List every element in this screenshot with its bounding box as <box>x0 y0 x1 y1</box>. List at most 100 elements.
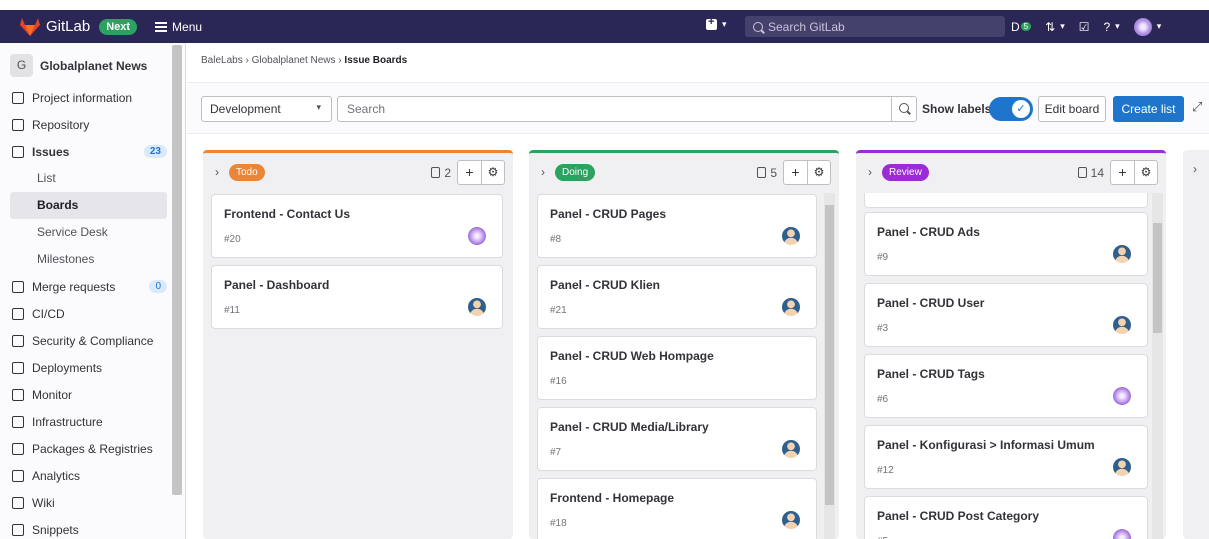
merge-request-icon <box>12 280 24 293</box>
scrollbar-thumb[interactable] <box>1153 223 1162 333</box>
next-badge[interactable]: Next <box>99 18 138 35</box>
menu-button[interactable]: Menu <box>155 20 202 34</box>
issue-title[interactable]: Panel - CRUD Post Category <box>877 509 1039 523</box>
board-search-input[interactable]: Search <box>337 96 892 122</box>
list-label-pill[interactable]: Doing <box>555 163 596 181</box>
sidebar-item-wiki[interactable]: Wiki <box>0 489 167 516</box>
sidebar-subitem-service-desk[interactable]: Service Desk <box>10 219 167 246</box>
list-settings-button[interactable]: ⚙ <box>807 161 830 184</box>
issue-card-partial[interactable] <box>864 193 1148 208</box>
sidebar-item-snippets[interactable]: Snippets <box>0 516 167 539</box>
issue-title[interactable]: Panel - CRUD Pages <box>550 207 666 221</box>
list-settings-button[interactable]: ⚙ <box>1134 161 1157 184</box>
breadcrumb-group[interactable]: BaleLabs <box>201 55 243 66</box>
list-scrollbar[interactable] <box>1152 193 1163 539</box>
sidebar-subitem-milestones[interactable]: Milestones <box>10 246 167 273</box>
issue-card[interactable]: Panel - CRUD Klien #21 <box>537 265 817 329</box>
issue-title[interactable]: Panel - CRUD User <box>877 296 984 310</box>
top-search-input[interactable]: Search GitLab <box>745 16 1005 37</box>
sidebar-item-label: Repository <box>32 117 90 132</box>
assignee-avatar[interactable] <box>782 227 800 245</box>
chevron-right-icon[interactable]: › <box>868 165 872 179</box>
show-labels-toggle[interactable]: ✓ <box>989 97 1033 121</box>
issue-title[interactable]: Frontend - Homepage <box>550 491 674 505</box>
sidebar-item-analytics[interactable]: Analytics <box>0 462 167 489</box>
search-button[interactable] <box>891 96 917 122</box>
sidebar-scrollbar[interactable] <box>172 45 182 495</box>
sidebar-subitem-list[interactable]: List <box>10 165 167 192</box>
assignee-avatar[interactable] <box>1113 387 1131 405</box>
issue-card[interactable]: Panel - CRUD Tags #6 <box>864 354 1148 418</box>
chevron-right-icon[interactable]: › <box>541 165 545 179</box>
edit-board-button[interactable]: Edit board <box>1038 96 1106 122</box>
breadcrumb-current[interactable]: Issue Boards <box>344 55 407 66</box>
sidebar-item-repository[interactable]: Repository <box>0 111 167 138</box>
create-list-button[interactable]: Create list <box>1113 96 1184 122</box>
assignee-avatar[interactable] <box>1113 316 1131 334</box>
add-issue-button[interactable]: + <box>784 161 807 184</box>
issue-title[interactable]: Panel - CRUD Tags <box>877 367 985 381</box>
list-header: › Doing 5 + ⚙ <box>529 153 839 191</box>
issue-card[interactable]: Frontend - Homepage #18 <box>537 478 817 539</box>
issue-card[interactable]: Panel - CRUD Web Hompage #16 <box>537 336 817 400</box>
sidebar-item-security[interactable]: Security & Compliance <box>0 327 167 354</box>
expand-icon[interactable]: ⤢ <box>1192 99 1202 115</box>
sidebar-item-infrastructure[interactable]: Infrastructure <box>0 408 167 435</box>
assignee-avatar[interactable] <box>1113 245 1131 263</box>
scrollbar-thumb[interactable] <box>825 205 834 505</box>
issue-card[interactable]: Panel - CRUD Post Category #5 <box>864 496 1148 539</box>
issue-card[interactable]: Panel - CRUD User #3 <box>864 283 1148 347</box>
sidebar-subitem-boards[interactable]: Boards <box>10 192 167 219</box>
breadcrumb-project[interactable]: Globalplanet News <box>252 55 336 66</box>
list-scrollbar[interactable] <box>824 193 835 539</box>
todo-shortcut[interactable]: ☑ <box>1079 20 1090 34</box>
sidebar-item-merge-requests[interactable]: Merge requests 0 <box>0 273 167 300</box>
issue-title[interactable]: Panel - CRUD Ads <box>877 225 980 239</box>
list-label-pill[interactable]: Todo <box>229 163 265 181</box>
issue-title[interactable]: Panel - CRUD Klien <box>550 278 660 292</box>
chevron-right-icon[interactable]: › <box>215 165 219 179</box>
assignee-avatar[interactable] <box>1113 458 1131 476</box>
assignee-avatar[interactable] <box>782 511 800 529</box>
issue-title[interactable]: Frontend - Contact Us <box>224 207 350 221</box>
add-issue-button[interactable]: + <box>458 161 481 184</box>
sidebar-item-issues[interactable]: Issues 23 <box>0 138 167 165</box>
sidebar-item-project-information[interactable]: Project information <box>0 84 167 111</box>
issue-card[interactable]: Panel - CRUD Media/Library #7 <box>537 407 817 471</box>
assignee-avatar[interactable] <box>782 440 800 458</box>
sidebar-item-ci-cd[interactable]: CI/CD <box>0 300 167 327</box>
user-menu[interactable]: ▾ <box>1133 17 1161 36</box>
gitlab-logo[interactable]: GitLab <box>20 17 90 36</box>
collapsed-list[interactable]: › <box>1183 150 1209 539</box>
assignee-avatar[interactable] <box>1113 529 1131 539</box>
todo-icon: ☑ <box>1078 19 1090 34</box>
add-issue-button[interactable]: + <box>1111 161 1134 184</box>
issue-card[interactable]: Panel - CRUD Pages #8 <box>537 194 817 258</box>
plus-square-icon <box>706 16 717 30</box>
assignee-avatar[interactable] <box>782 298 800 316</box>
issue-card[interactable]: Frontend - Contact Us #20 <box>211 194 503 258</box>
sidebar-item-monitor[interactable]: Monitor <box>0 381 167 408</box>
search-icon <box>753 21 763 32</box>
board-select-dropdown[interactable]: Development ▾ <box>201 96 332 122</box>
merge-requests-shortcut[interactable]: ⇅ ▾ <box>1045 20 1065 34</box>
new-dropdown-button[interactable]: ▾ <box>706 16 727 30</box>
issue-title[interactable]: Panel - CRUD Web Hompage <box>550 349 714 363</box>
issue-title[interactable]: Panel - CRUD Media/Library <box>550 420 709 434</box>
sidebar-item-packages[interactable]: Packages & Registries <box>0 435 167 462</box>
list-header-actions: 2 + ⚙ <box>431 160 505 185</box>
list-label-pill[interactable]: Review <box>882 163 929 181</box>
repository-icon <box>12 118 24 131</box>
list-settings-button[interactable]: ⚙ <box>481 161 504 184</box>
assignee-avatar[interactable] <box>468 298 486 316</box>
assignee-avatar[interactable] <box>468 227 486 245</box>
issue-title[interactable]: Panel - Dashboard <box>224 278 329 292</box>
issue-card[interactable]: Panel - CRUD Ads #9 <box>864 212 1148 276</box>
issue-card[interactable]: Panel - Konfigurasi > Informasi Umum #12 <box>864 425 1148 489</box>
help-dropdown[interactable]: ? ▾ <box>1103 20 1119 34</box>
sidebar-item-deployments[interactable]: Deployments <box>0 354 167 381</box>
issue-title[interactable]: Panel - Konfigurasi > Informasi Umum <box>877 438 1095 452</box>
sidebar-project-header[interactable]: G Globalplanet News <box>10 47 171 84</box>
issue-card[interactable]: Panel - Dashboard #11 <box>211 265 503 329</box>
issues-shortcut[interactable]: D 5 <box>1011 20 1032 34</box>
